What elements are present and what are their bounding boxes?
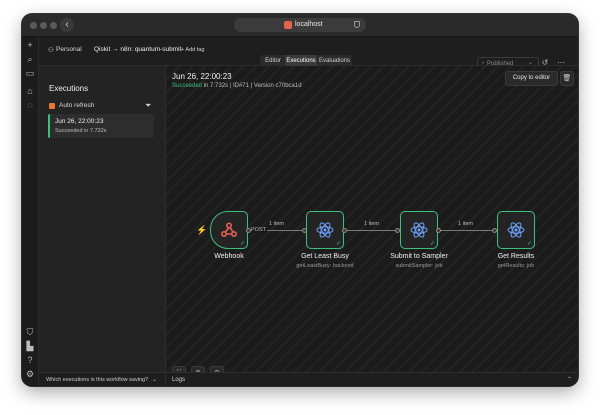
node-get-results[interactable]: ✓ <box>497 211 535 249</box>
workflow-breadcrumb[interactable]: Qiskit → n8n: quantum-submit <box>94 46 181 53</box>
node-name-get-least-busy: Get Least Busy <box>301 253 349 260</box>
site-favicon-icon <box>284 21 292 29</box>
search-icon[interactable]: ⌕ <box>25 54 35 64</box>
sidebar-toggle-icon[interactable]: ▭ <box>25 68 35 78</box>
chevron-down-icon: ⌄ <box>152 377 158 383</box>
executions-title: Executions <box>49 84 89 93</box>
address-bar[interactable]: localhost <box>234 18 366 32</box>
auto-refresh-checkbox[interactable] <box>49 103 55 109</box>
filter-icon[interactable]: ⏷ <box>145 101 154 110</box>
edge-label: 1 item <box>458 221 473 227</box>
executions-sidebar: Executions Auto refresh ⏷ Jun 26, 22:00:… <box>39 66 166 386</box>
success-check-icon: ✓ <box>239 241 245 247</box>
node-subtitle: submitSampler: job <box>395 263 443 269</box>
execution-status: Succeeded <box>172 83 203 89</box>
success-check-icon: ✓ <box>335 241 341 247</box>
chat-icon[interactable]: ◌ <box>25 100 35 110</box>
settings-gear-icon[interactable]: ⚙ <box>25 369 35 379</box>
node-webhook[interactable]: ✓ <box>210 211 248 249</box>
success-check-icon: ✓ <box>429 241 435 247</box>
node-subtitle: getResults: job <box>497 263 535 269</box>
output-port[interactable] <box>436 228 441 233</box>
webhook-icon <box>220 222 238 238</box>
workflow-canvas[interactable]: Jun 26, 22:00:23 Succeeded in 7.732s | I… <box>166 66 578 380</box>
help-icon[interactable]: ? <box>25 355 35 365</box>
shield-icon <box>354 21 360 28</box>
chevron-up-icon: ⌃ <box>566 377 572 383</box>
insights-icon[interactable]: ▙ <box>25 341 35 351</box>
minimize-window-button[interactable] <box>40 22 47 29</box>
node-name-submit-to-sampler: Submit to Sampler <box>390 253 448 260</box>
connection-edge <box>345 230 400 231</box>
trigger-bolt-icon: ⚡ <box>196 225 208 235</box>
saving-settings-footer[interactable]: Which executions is this workflow saving… <box>39 372 165 386</box>
close-window-button[interactable] <box>30 22 37 29</box>
user-icon: ⚇ <box>48 47 54 54</box>
node-name-webhook: Webhook <box>214 253 244 260</box>
execution-date: Jun 26, 22:00:23 <box>172 72 232 81</box>
node-name-get-results: Get Results <box>497 253 535 260</box>
app-rail: + ⌕ ▭ ⌂ ◌ ⛉ ▙ ? ⚙ <box>22 37 39 386</box>
logs-label: Logs <box>172 377 186 383</box>
connection-edge <box>438 230 495 231</box>
add-icon[interactable]: + <box>25 40 35 50</box>
back-arrow-icon[interactable]: ‹ <box>60 18 74 32</box>
edge-label: 1 item <box>269 221 284 227</box>
execution-item-status: Succeeded in 7.732s <box>55 128 107 134</box>
react-icon <box>410 222 428 238</box>
logs-panel-bar[interactable]: Logs ⌃ <box>166 372 578 386</box>
edge-label-post: POST <box>250 227 267 233</box>
zoom-window-button[interactable] <box>50 22 57 29</box>
react-icon <box>507 222 525 238</box>
saving-question: Which executions is this workflow saving… <box>46 377 149 383</box>
browser-window: ‹ localhost + ⌕ ▭ ⌂ ◌ ⛉ ▙ ? ⚙ ⚇ Personal… <box>22 14 578 386</box>
execution-meta: Succeeded in 7.732s | ID#71 | Version c7… <box>172 83 302 89</box>
output-port[interactable] <box>342 228 347 233</box>
delete-icon[interactable]: 🗑 <box>560 71 574 86</box>
copy-to-editor-button[interactable]: Copy to editor <box>505 71 558 86</box>
shield-badge-icon[interactable]: ⛉ <box>25 327 35 337</box>
node-subtitle: getLeastBusy: backend <box>296 263 354 269</box>
auto-refresh-label[interactable]: Auto refresh <box>59 102 94 109</box>
address-text: localhost <box>295 21 323 28</box>
node-get-least-busy[interactable]: ✓ <box>306 211 344 249</box>
node-submit-to-sampler[interactable]: ✓ <box>400 211 438 249</box>
execution-list-item[interactable]: Jun 26, 22:00:23 Succeeded in 7.732s <box>48 114 154 138</box>
output-port[interactable] <box>246 228 251 233</box>
project-label[interactable]: Personal <box>56 46 82 53</box>
execution-details: in 7.732s | ID#71 | Version c70bca1d <box>202 83 302 89</box>
edge-label: 1 item <box>364 221 379 227</box>
success-check-icon: ✓ <box>526 241 532 247</box>
add-tag-link[interactable]: + Add tag <box>181 47 204 53</box>
execution-item-date: Jun 26, 22:00:23 <box>55 118 104 125</box>
browser-titlebar: ‹ localhost <box>22 14 578 37</box>
home-icon[interactable]: ⌂ <box>25 86 35 96</box>
react-icon <box>316 222 334 238</box>
